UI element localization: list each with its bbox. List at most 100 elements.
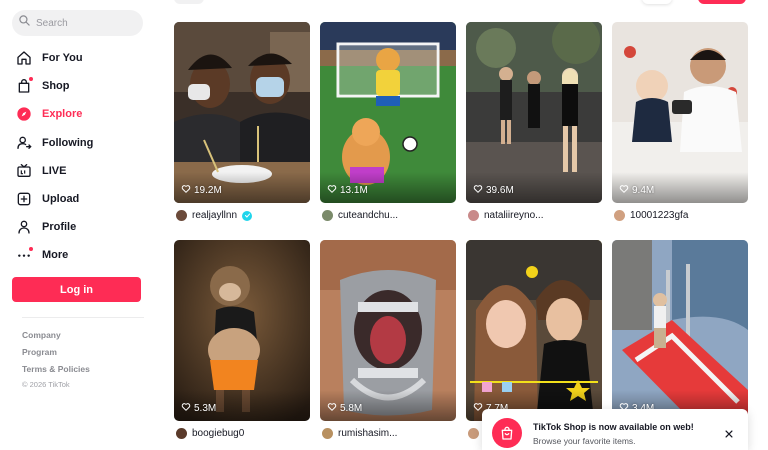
heart-icon: [181, 402, 191, 415]
video-thumbnail[interactable]: 5.8M: [320, 240, 456, 421]
author-name: boogiebug0: [192, 428, 245, 439]
avatar: [176, 428, 187, 439]
video-author[interactable]: rumishasim...: [322, 428, 397, 439]
nav-item-profile[interactable]: Profile: [12, 213, 147, 241]
like-count-text: 39.6M: [486, 185, 514, 196]
shop-toast-notification[interactable]: TikTok Shop is now available on web! Bro…: [482, 409, 748, 450]
top-filter-strip: [160, 0, 768, 6]
notification-dot: [29, 77, 33, 82]
nav-label: For You: [42, 52, 83, 65]
shop-bag-icon: [492, 418, 522, 448]
video-author[interactable]: nataliireyno...: [468, 210, 543, 221]
home-icon: [16, 50, 32, 66]
like-count: 19.2M: [181, 184, 222, 197]
avatar: [468, 210, 479, 221]
heart-icon: [181, 184, 191, 197]
like-count-text: 5.8M: [340, 403, 363, 414]
nav-label: More: [42, 249, 69, 262]
sidebar: For You Shop Explore Following LIVE: [0, 0, 155, 450]
video-thumbnail[interactable]: 3.4M: [612, 240, 748, 421]
more-dots-icon: [16, 247, 33, 263]
get-app-button[interactable]: [642, 0, 672, 4]
video-preview-image: [466, 240, 602, 421]
avatar: [322, 210, 333, 221]
video-preview-image: [320, 240, 456, 421]
nav-item-upload[interactable]: Upload: [12, 185, 147, 213]
video-preview-image: [320, 22, 456, 203]
search-box[interactable]: [12, 10, 143, 36]
footer-link-terms[interactable]: Terms & Policies: [22, 364, 90, 381]
nav-label: LIVE: [42, 164, 67, 177]
toast-title: TikTok Shop is now available on web!: [533, 422, 694, 432]
like-count: 5.8M: [327, 402, 362, 415]
search-icon: [18, 14, 31, 32]
nav-label: Shop: [42, 80, 70, 93]
close-icon[interactable]: [722, 427, 736, 441]
video-preview-image: [174, 240, 310, 421]
main-nav: For You Shop Explore Following LIVE Uplo…: [12, 44, 147, 270]
heart-icon: [619, 184, 629, 197]
avatar: [322, 428, 333, 439]
author-name: cuteandchu...: [338, 210, 399, 221]
video-author[interactable]: boogiebug0: [176, 428, 244, 439]
search-input[interactable]: [36, 17, 132, 29]
video-preview-image: [612, 22, 748, 203]
nav-label: Upload: [42, 193, 80, 206]
like-count: 13.1M: [327, 184, 368, 197]
verified-badge-icon: [242, 210, 253, 221]
footer-link-company[interactable]: Company: [22, 330, 90, 347]
nav-item-live[interactable]: LIVE: [12, 157, 147, 185]
video-thumbnail[interactable]: 7.7M: [466, 240, 602, 421]
like-count: 5.3M: [181, 402, 216, 415]
compass-icon: [16, 106, 32, 122]
filter-chip[interactable]: [174, 0, 204, 4]
nav-item-more[interactable]: More: [12, 241, 147, 269]
video-preview-image: [466, 22, 602, 203]
nav-label: Explore: [42, 108, 83, 121]
nav-item-for-you[interactable]: For You: [12, 44, 147, 72]
heart-icon: [327, 402, 337, 415]
nav-item-following[interactable]: Following: [12, 129, 147, 157]
shopping-bag-icon: [16, 77, 33, 94]
login-button[interactable]: Log in: [12, 277, 141, 302]
video-thumbnail[interactable]: 9.4M: [612, 22, 748, 203]
notification-dot: [29, 247, 33, 252]
nav-item-shop[interactable]: Shop: [12, 72, 147, 100]
video-author[interactable]: realjayllnn: [176, 210, 253, 221]
avatar: [176, 210, 187, 221]
footer-link-program[interactable]: Program: [22, 347, 90, 364]
video-thumbnail[interactable]: 5.3M: [174, 240, 310, 421]
like-count: 39.6M: [473, 184, 514, 197]
nav-label: Following: [42, 136, 94, 149]
live-tv-icon: [16, 163, 32, 179]
top-login-button[interactable]: [698, 0, 746, 4]
nav-label: Profile: [42, 221, 77, 234]
sidebar-divider: [22, 317, 144, 318]
plus-square-icon: [16, 191, 32, 207]
footer-links: Company Program Terms & Policies © 2026 …: [22, 330, 90, 389]
like-count: 9.4M: [619, 184, 654, 197]
video-thumbnail[interactable]: 13.1M: [320, 22, 456, 203]
video-preview-image: [174, 22, 310, 203]
video-author[interactable]: cuteandchu...: [322, 210, 398, 221]
avatar: [614, 210, 625, 221]
person-icon: [16, 219, 32, 235]
author-name: 10001223gfa: [630, 210, 689, 221]
nav-item-explore[interactable]: Explore: [12, 100, 147, 128]
author-name: rumishasim...: [338, 428, 398, 439]
author-name: nataliireyno...: [484, 210, 544, 221]
toast-subtitle: Browse your favorite items.: [533, 436, 636, 446]
video-thumbnail[interactable]: 19.2M: [174, 22, 310, 203]
copyright-text: © 2026 TikTok: [22, 380, 70, 389]
like-count-text: 13.1M: [340, 185, 368, 196]
like-count-text: 5.3M: [194, 403, 217, 414]
video-author[interactable]: 10001223gfa: [614, 210, 688, 221]
video-preview-image: [612, 240, 748, 421]
heart-icon: [327, 184, 337, 197]
video-thumbnail[interactable]: 39.6M: [466, 22, 602, 203]
avatar: [468, 428, 479, 439]
user-following-icon: [16, 135, 32, 151]
like-count-text: 9.4M: [632, 185, 655, 196]
like-count-text: 19.2M: [194, 185, 222, 196]
author-name: realjayllnn: [192, 210, 238, 221]
